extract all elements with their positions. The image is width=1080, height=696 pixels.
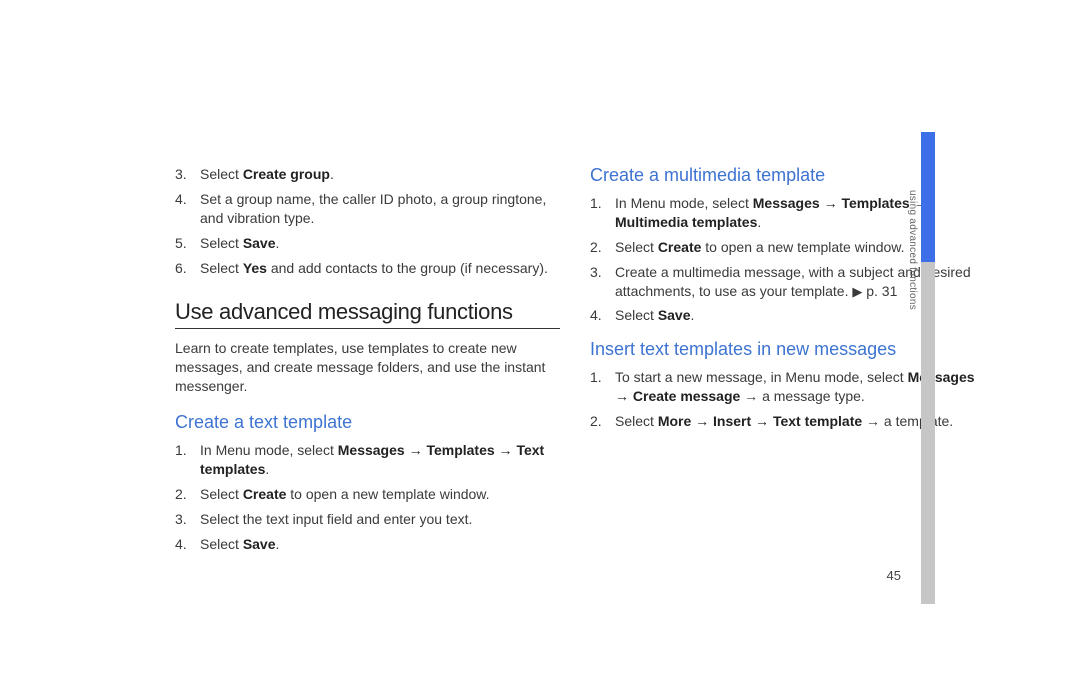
left-column: Select Create group. Set a group name, t… <box>175 165 560 560</box>
step-3: Select Create group. <box>175 165 560 184</box>
side-tab <box>921 132 935 604</box>
step-6: Select Yes and add contacts to the group… <box>175 259 560 278</box>
step-2: Select More → Insert → Text template → a… <box>590 412 975 431</box>
step-1: To start a new message, in Menu mode, se… <box>590 368 975 406</box>
side-chapter-label: using advanced functions <box>907 190 918 310</box>
step-5: Select Save. <box>175 234 560 253</box>
side-tab-active <box>921 132 935 262</box>
xref-icon: ▶ <box>852 284 862 299</box>
side-tab-inactive <box>921 262 935 604</box>
section-title: Use advanced messaging functions <box>175 299 560 329</box>
step-2: Select Create to open a new template win… <box>175 485 560 504</box>
step-4: Set a group name, the caller ID photo, a… <box>175 190 560 228</box>
step-3: Select the text input field and enter yo… <box>175 510 560 529</box>
subtitle-multimedia-template: Create a multimedia template <box>590 165 975 186</box>
subtitle-insert-templates: Insert text templates in new messages <box>590 339 975 360</box>
step-1: In Menu mode, select Messages → Template… <box>175 441 560 479</box>
group-steps-continued: Select Create group. Set a group name, t… <box>175 165 560 277</box>
insert-template-steps: To start a new message, in Menu mode, se… <box>590 368 975 431</box>
page-number: 45 <box>887 568 901 583</box>
text-template-steps: In Menu mode, select Messages → Template… <box>175 441 560 553</box>
section-description: Learn to create templates, use templates… <box>175 339 560 396</box>
subtitle-text-template: Create a text template <box>175 412 560 433</box>
step-4: Select Save. <box>175 535 560 554</box>
